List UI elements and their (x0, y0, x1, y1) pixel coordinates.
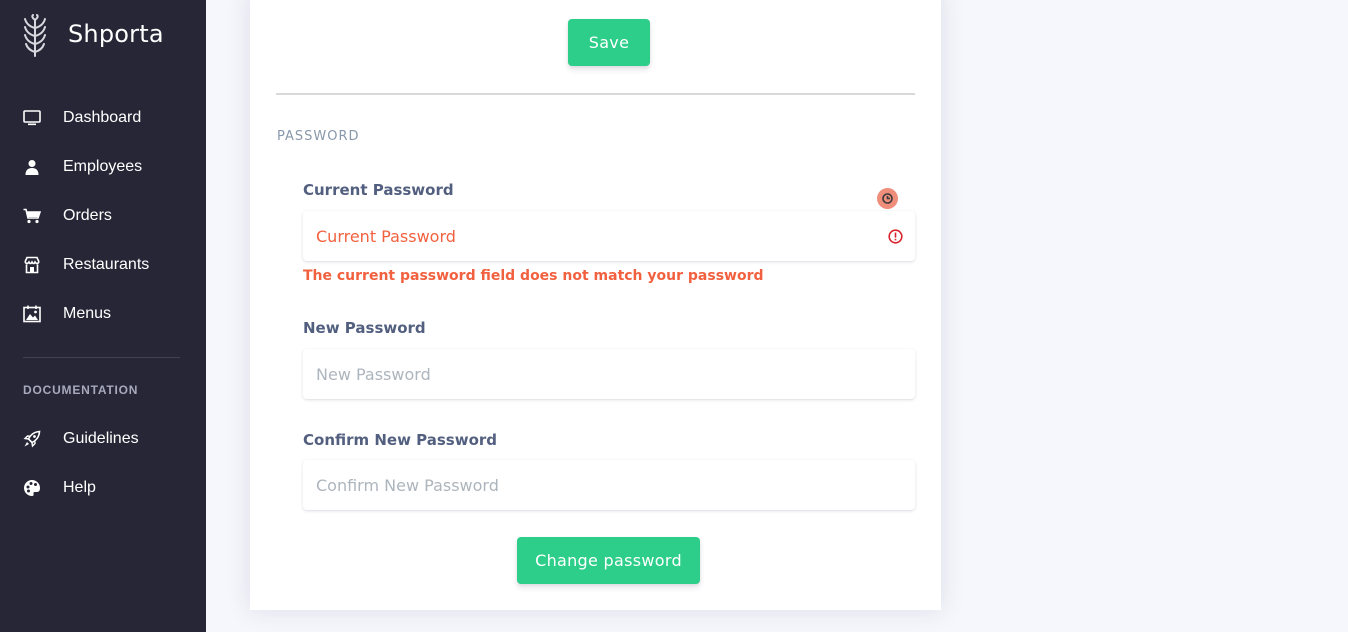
confirm-password-input[interactable] (303, 460, 915, 510)
palette-icon (23, 479, 41, 497)
sidebar-item-help[interactable]: Help (0, 470, 206, 506)
grammarly-icon[interactable] (877, 188, 898, 209)
sidebar-item-employees[interactable]: Employees (0, 149, 206, 185)
current-password-label: Current Password (303, 181, 454, 199)
sidebar-item-label: Dashboard (63, 109, 142, 126)
confirm-password-field[interactable] (303, 460, 915, 510)
documentation-heading: DOCUMENTATION (23, 383, 139, 397)
current-password-field[interactable] (303, 211, 915, 261)
sidebar-item-label: Employees (63, 158, 143, 175)
sidebar-item-orders[interactable]: Orders (0, 198, 206, 234)
new-password-label: New Password (303, 319, 426, 337)
sidebar-item-label: Orders (63, 207, 112, 224)
new-password-input[interactable] (303, 349, 915, 399)
new-password-field[interactable] (303, 349, 915, 399)
section-divider (276, 93, 915, 95)
sidebar-item-label: Menus (63, 305, 112, 322)
save-button[interactable]: Save (568, 19, 650, 66)
sidebar: Shporta Dashboard Employees Orders Resta… (0, 0, 206, 632)
shop-icon (23, 256, 41, 274)
current-password-error: The current password field does not matc… (303, 268, 764, 284)
sidebar-item-label: Guidelines (63, 430, 139, 447)
sidebar-item-menus[interactable]: Menus (0, 296, 206, 332)
sidebar-divider (23, 357, 180, 358)
confirm-password-label: Confirm New Password (303, 431, 498, 449)
profile-card: Save PASSWORD Current Password The curre… (250, 0, 941, 610)
password-section-title: PASSWORD (277, 129, 360, 144)
monitor-icon (23, 109, 41, 127)
image-icon (23, 305, 41, 323)
current-password-input[interactable] (303, 211, 915, 261)
user-icon (23, 158, 41, 176)
brand-name: Shporta (68, 20, 164, 48)
spaceship-icon (23, 430, 41, 448)
cart-icon (23, 207, 41, 225)
sidebar-item-label: Help (63, 479, 96, 496)
sidebar-item-dashboard[interactable]: Dashboard (0, 100, 206, 136)
sidebar-item-restaurants[interactable]: Restaurants (0, 247, 206, 283)
sidebar-item-guidelines[interactable]: Guidelines (0, 421, 206, 457)
error-icon (888, 229, 903, 244)
sidebar-item-label: Restaurants (63, 256, 150, 273)
brand[interactable]: Shporta (22, 14, 164, 58)
wheat-logo-icon (24, 14, 46, 57)
change-password-button[interactable]: Change password (517, 537, 700, 584)
